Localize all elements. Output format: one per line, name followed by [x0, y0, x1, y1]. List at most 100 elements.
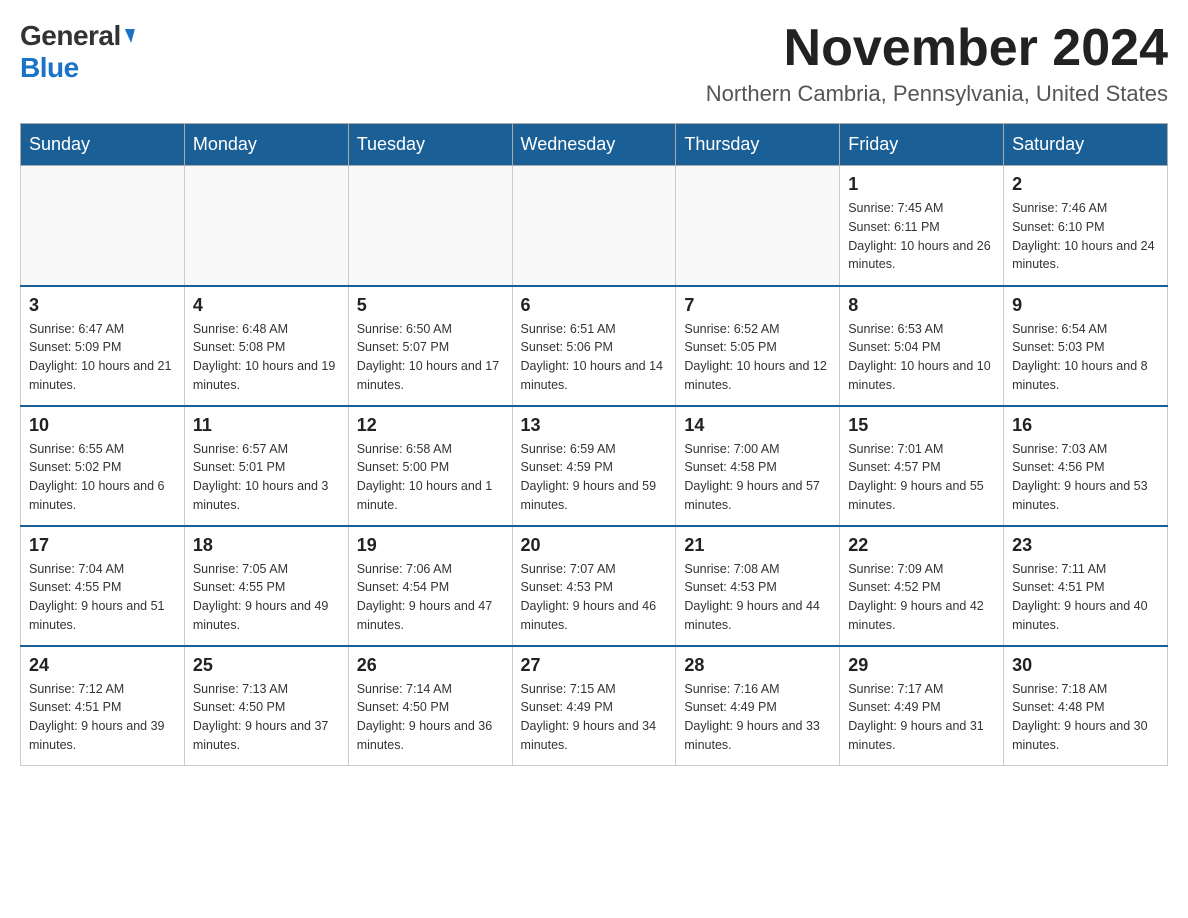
- header-saturday: Saturday: [1004, 124, 1168, 166]
- day-number: 11: [193, 415, 340, 436]
- logo-blue-text: Blue: [20, 52, 79, 84]
- day-info: Sunrise: 7:17 AM Sunset: 4:49 PM Dayligh…: [848, 680, 995, 755]
- day-number: 3: [29, 295, 176, 316]
- title-area: November 2024 Northern Cambria, Pennsylv…: [706, 20, 1168, 107]
- day-info: Sunrise: 7:15 AM Sunset: 4:49 PM Dayligh…: [521, 680, 668, 755]
- day-info: Sunrise: 7:18 AM Sunset: 4:48 PM Dayligh…: [1012, 680, 1159, 755]
- header-monday: Monday: [184, 124, 348, 166]
- day-info: Sunrise: 6:59 AM Sunset: 4:59 PM Dayligh…: [521, 440, 668, 515]
- calendar-cell: 22 Sunrise: 7:09 AM Sunset: 4:52 PM Dayli…: [840, 526, 1004, 646]
- day-number: 7: [684, 295, 831, 316]
- location-subtitle: Northern Cambria, Pennsylvania, United S…: [706, 81, 1168, 107]
- day-info: Sunrise: 6:54 AM Sunset: 5:03 PM Dayligh…: [1012, 320, 1159, 395]
- weekday-header-row: Sunday Monday Tuesday Wednesday Thursday…: [21, 124, 1168, 166]
- header: General Blue November 2024 Northern Camb…: [20, 20, 1168, 107]
- logo: General Blue: [20, 20, 133, 84]
- day-number: 9: [1012, 295, 1159, 316]
- day-number: 23: [1012, 535, 1159, 556]
- logo-arrow-icon: [121, 29, 135, 43]
- calendar-cell: 6Sunrise: 6:51 AM Sunset: 5:06 PM Daylig…: [512, 286, 676, 406]
- calendar-cell: [184, 166, 348, 286]
- calendar-cell: 10 Sunrise: 6:55 AM Sunset: 5:02 PM Dayli…: [21, 406, 185, 526]
- header-friday: Friday: [840, 124, 1004, 166]
- logo-general-text: General: [20, 20, 121, 52]
- day-number: 24: [29, 655, 176, 676]
- day-number: 15: [848, 415, 995, 436]
- day-info: Sunrise: 6:48 AM Sunset: 5:08 PM Dayligh…: [193, 320, 340, 395]
- day-info: Sunrise: 6:57 AM Sunset: 5:01 PM Dayligh…: [193, 440, 340, 515]
- day-info: Sunrise: 7:04 AM Sunset: 4:55 PM Dayligh…: [29, 560, 176, 635]
- calendar-cell: 26 Sunrise: 7:14 AM Sunset: 4:50 PM Dayli…: [348, 646, 512, 766]
- calendar-cell: 9 Sunrise: 6:54 AM Sunset: 5:03 PM Daylig…: [1004, 286, 1168, 406]
- day-info: Sunrise: 7:07 AM Sunset: 4:53 PM Dayligh…: [521, 560, 668, 635]
- calendar-cell: 19Sunrise: 7:06 AM Sunset: 4:54 PM Dayli…: [348, 526, 512, 646]
- header-wednesday: Wednesday: [512, 124, 676, 166]
- calendar-cell: 24 Sunrise: 7:12 AM Sunset: 4:51 PM Dayli…: [21, 646, 185, 766]
- day-number: 29: [848, 655, 995, 676]
- day-info: Sunrise: 7:11 AM Sunset: 4:51 PM Dayligh…: [1012, 560, 1159, 635]
- calendar-cell: [676, 166, 840, 286]
- calendar-table: Sunday Monday Tuesday Wednesday Thursday…: [20, 123, 1168, 766]
- day-number: 12: [357, 415, 504, 436]
- day-number: 2: [1012, 174, 1159, 195]
- day-number: 25: [193, 655, 340, 676]
- day-number: 10: [29, 415, 176, 436]
- header-sunday: Sunday: [21, 124, 185, 166]
- calendar-cell: 20 Sunrise: 7:07 AM Sunset: 4:53 PM Dayli…: [512, 526, 676, 646]
- day-info: Sunrise: 7:13 AM Sunset: 4:50 PM Dayligh…: [193, 680, 340, 755]
- day-info: Sunrise: 7:45 AM Sunset: 6:11 PM Dayligh…: [848, 199, 995, 274]
- day-number: 20: [521, 535, 668, 556]
- day-info: Sunrise: 7:01 AM Sunset: 4:57 PM Dayligh…: [848, 440, 995, 515]
- day-number: 6: [521, 295, 668, 316]
- week-row-2: 3Sunrise: 6:47 AM Sunset: 5:09 PM Daylig…: [21, 286, 1168, 406]
- day-info: Sunrise: 6:53 AM Sunset: 5:04 PM Dayligh…: [848, 320, 995, 395]
- calendar-cell: 27 Sunrise: 7:15 AM Sunset: 4:49 PM Dayli…: [512, 646, 676, 766]
- calendar-cell: 17Sunrise: 7:04 AM Sunset: 4:55 PM Dayli…: [21, 526, 185, 646]
- day-info: Sunrise: 7:46 AM Sunset: 6:10 PM Dayligh…: [1012, 199, 1159, 274]
- day-info: Sunrise: 7:05 AM Sunset: 4:55 PM Dayligh…: [193, 560, 340, 635]
- calendar-cell: 4Sunrise: 6:48 AM Sunset: 5:08 PM Daylig…: [184, 286, 348, 406]
- week-row-4: 17Sunrise: 7:04 AM Sunset: 4:55 PM Dayli…: [21, 526, 1168, 646]
- day-info: Sunrise: 7:08 AM Sunset: 4:53 PM Dayligh…: [684, 560, 831, 635]
- day-number: 18: [193, 535, 340, 556]
- day-info: Sunrise: 6:58 AM Sunset: 5:00 PM Dayligh…: [357, 440, 504, 515]
- day-info: Sunrise: 7:12 AM Sunset: 4:51 PM Dayligh…: [29, 680, 176, 755]
- calendar-cell: 16 Sunrise: 7:03 AM Sunset: 4:56 PM Dayli…: [1004, 406, 1168, 526]
- calendar-cell: 30 Sunrise: 7:18 AM Sunset: 4:48 PM Dayli…: [1004, 646, 1168, 766]
- calendar-cell: 15 Sunrise: 7:01 AM Sunset: 4:57 PM Dayli…: [840, 406, 1004, 526]
- day-info: Sunrise: 7:09 AM Sunset: 4:52 PM Dayligh…: [848, 560, 995, 635]
- day-info: Sunrise: 6:55 AM Sunset: 5:02 PM Dayligh…: [29, 440, 176, 515]
- calendar-cell: 12 Sunrise: 6:58 AM Sunset: 5:00 PM Dayli…: [348, 406, 512, 526]
- day-number: 26: [357, 655, 504, 676]
- day-info: Sunrise: 7:14 AM Sunset: 4:50 PM Dayligh…: [357, 680, 504, 755]
- calendar-cell: 25 Sunrise: 7:13 AM Sunset: 4:50 PM Dayli…: [184, 646, 348, 766]
- header-tuesday: Tuesday: [348, 124, 512, 166]
- day-number: 16: [1012, 415, 1159, 436]
- day-info: Sunrise: 7:16 AM Sunset: 4:49 PM Dayligh…: [684, 680, 831, 755]
- calendar-cell: 7Sunrise: 6:52 AM Sunset: 5:05 PM Daylig…: [676, 286, 840, 406]
- week-row-5: 24 Sunrise: 7:12 AM Sunset: 4:51 PM Dayli…: [21, 646, 1168, 766]
- week-row-1: 1Sunrise: 7:45 AM Sunset: 6:11 PM Daylig…: [21, 166, 1168, 286]
- calendar-cell: 11 Sunrise: 6:57 AM Sunset: 5:01 PM Dayli…: [184, 406, 348, 526]
- calendar-cell: [348, 166, 512, 286]
- calendar-cell: 28Sunrise: 7:16 AM Sunset: 4:49 PM Dayli…: [676, 646, 840, 766]
- day-info: Sunrise: 7:03 AM Sunset: 4:56 PM Dayligh…: [1012, 440, 1159, 515]
- calendar-cell: 14Sunrise: 7:00 AM Sunset: 4:58 PM Dayli…: [676, 406, 840, 526]
- calendar-cell: [512, 166, 676, 286]
- month-title: November 2024: [706, 20, 1168, 77]
- day-number: 5: [357, 295, 504, 316]
- calendar-cell: 8 Sunrise: 6:53 AM Sunset: 5:04 PM Daylig…: [840, 286, 1004, 406]
- calendar-cell: 29 Sunrise: 7:17 AM Sunset: 4:49 PM Dayli…: [840, 646, 1004, 766]
- calendar-cell: 21Sunrise: 7:08 AM Sunset: 4:53 PM Dayli…: [676, 526, 840, 646]
- day-number: 30: [1012, 655, 1159, 676]
- calendar-cell: 23 Sunrise: 7:11 AM Sunset: 4:51 PM Dayli…: [1004, 526, 1168, 646]
- calendar-cell: 5 Sunrise: 6:50 AM Sunset: 5:07 PM Daylig…: [348, 286, 512, 406]
- day-number: 13: [521, 415, 668, 436]
- week-row-3: 10 Sunrise: 6:55 AM Sunset: 5:02 PM Dayli…: [21, 406, 1168, 526]
- day-number: 27: [521, 655, 668, 676]
- day-number: 22: [848, 535, 995, 556]
- day-number: 8: [848, 295, 995, 316]
- calendar-cell: 18 Sunrise: 7:05 AM Sunset: 4:55 PM Dayli…: [184, 526, 348, 646]
- day-info: Sunrise: 6:50 AM Sunset: 5:07 PM Dayligh…: [357, 320, 504, 395]
- day-number: 14: [684, 415, 831, 436]
